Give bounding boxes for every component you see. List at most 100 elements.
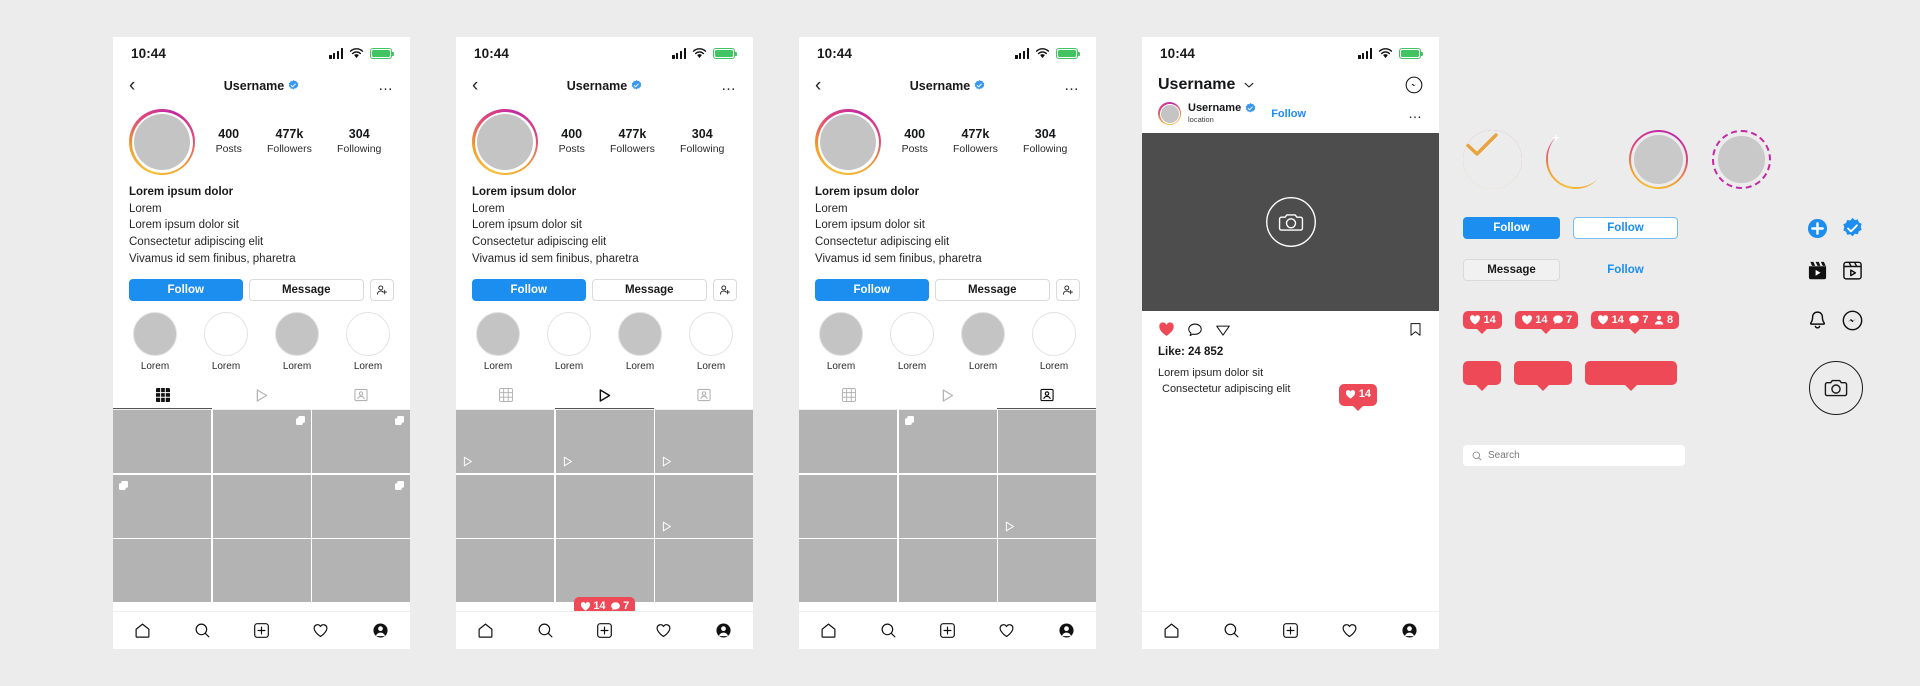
share-icon[interactable]	[1215, 322, 1231, 338]
grid-cell[interactable]	[312, 410, 410, 474]
post-photo[interactable]	[1142, 133, 1439, 311]
reels-filled-icon[interactable]	[1806, 259, 1828, 281]
grid-cell[interactable]	[212, 474, 311, 538]
tab-grid[interactable]	[456, 382, 555, 409]
highlight-item[interactable]: Lorem	[886, 312, 938, 372]
grid-cell[interactable]	[113, 474, 211, 538]
grid-cell[interactable]	[555, 474, 654, 538]
highlight-item[interactable]: Lorem	[200, 312, 252, 372]
grid-cell[interactable]	[456, 410, 554, 474]
stat-posts[interactable]: 400 Posts	[216, 127, 242, 156]
grid-cell[interactable]	[799, 410, 897, 474]
ring-check[interactable]	[1463, 130, 1522, 189]
avatar[interactable]	[815, 109, 881, 175]
search-icon[interactable]	[194, 622, 211, 639]
follow-button[interactable]: Follow	[472, 279, 586, 302]
home-icon[interactable]	[477, 622, 494, 639]
follow-button[interactable]: Follow	[129, 279, 243, 302]
profile-icon[interactable]	[1401, 622, 1418, 639]
stat-following[interactable]: 304 Following	[337, 127, 381, 156]
tab-tagged[interactable]	[311, 382, 410, 409]
tab-reels[interactable]	[212, 382, 311, 409]
tab-grid[interactable]	[799, 382, 898, 409]
profile-icon[interactable]	[372, 622, 389, 639]
grid-cell[interactable]	[456, 474, 554, 538]
highlight-item[interactable]: Lorem	[129, 312, 181, 372]
tab-reels[interactable]	[898, 382, 997, 409]
stat-followers[interactable]: 477k Followers	[267, 127, 312, 156]
highlight-item[interactable]: Lorem	[815, 312, 867, 372]
highlight-item[interactable]: Lorem	[957, 312, 1009, 372]
message-button[interactable]: Message	[248, 279, 364, 302]
ring-plain[interactable]	[1629, 130, 1688, 189]
follow-button[interactable]: Follow	[815, 279, 929, 302]
grid-cell[interactable]	[555, 410, 654, 474]
avatar[interactable]	[129, 109, 195, 175]
heart-icon[interactable]	[312, 622, 329, 639]
stat-followers[interactable]: 477k Followers	[953, 127, 998, 156]
grid-cell[interactable]	[655, 539, 753, 603]
highlight-item[interactable]: Lorem	[543, 312, 595, 372]
ring-plus[interactable]: +	[1546, 128, 1607, 189]
notification-bell-icon[interactable]	[1806, 309, 1828, 331]
add-post-icon[interactable]	[596, 622, 613, 639]
grid-cell[interactable]	[113, 410, 211, 474]
add-person-icon[interactable]	[1056, 279, 1080, 302]
more-options-icon[interactable]: …	[1064, 78, 1080, 93]
message-button[interactable]: Message	[934, 279, 1050, 302]
add-post-icon[interactable]	[939, 622, 956, 639]
follow-button-outline[interactable]: Follow	[1573, 217, 1678, 239]
verified-badge-icon[interactable]	[1841, 217, 1863, 239]
stat-posts[interactable]: 400 Posts	[902, 127, 928, 156]
home-icon[interactable]	[134, 622, 151, 639]
comment-icon[interactable]	[1187, 322, 1203, 338]
grid-cell[interactable]	[998, 474, 1096, 538]
add-person-icon[interactable]	[713, 279, 737, 302]
tab-reels[interactable]	[555, 382, 654, 410]
camera-circle-icon[interactable]	[1809, 361, 1863, 415]
heart-icon[interactable]	[998, 622, 1015, 639]
tab-tagged[interactable]	[654, 382, 753, 409]
avatar[interactable]	[1158, 102, 1181, 125]
home-icon[interactable]	[1163, 622, 1180, 639]
grid-cell[interactable]	[799, 539, 897, 603]
grid-cell[interactable]	[212, 539, 311, 603]
message-button[interactable]: Message	[591, 279, 707, 302]
grid-cell[interactable]	[655, 474, 753, 538]
bookmark-icon[interactable]	[1408, 322, 1423, 337]
chevron-down-icon[interactable]	[1243, 79, 1255, 91]
grid-cell[interactable]	[655, 410, 753, 474]
highlight-item[interactable]: Lorem	[271, 312, 323, 372]
post-follow-button[interactable]: Follow	[1271, 108, 1306, 120]
highlight-item[interactable]: Lorem	[614, 312, 666, 372]
heart-icon[interactable]	[1341, 622, 1358, 639]
search-icon[interactable]	[880, 622, 897, 639]
plus-circle-icon[interactable]: +	[1548, 128, 1607, 187]
add-post-icon[interactable]	[253, 622, 270, 639]
grid-cell[interactable]	[312, 474, 410, 538]
grid-cell[interactable]	[898, 474, 997, 538]
heart-icon[interactable]	[655, 622, 672, 639]
grid-cell[interactable]	[312, 539, 410, 603]
add-post-icon[interactable]	[1282, 622, 1299, 639]
follow-text-link[interactable]: Follow	[1573, 264, 1678, 276]
plus-circle-icon[interactable]	[1806, 217, 1828, 239]
highlight-item[interactable]: Lorem	[685, 312, 737, 372]
search-icon[interactable]	[537, 622, 554, 639]
grid-cell[interactable]	[555, 539, 654, 603]
profile-icon[interactable]	[715, 622, 732, 639]
reels-outline-icon[interactable]	[1841, 259, 1863, 281]
grid-cell[interactable]	[212, 410, 311, 474]
highlight-item[interactable]: Lorem	[342, 312, 394, 372]
avatar[interactable]	[472, 109, 538, 175]
stat-posts[interactable]: 400 Posts	[559, 127, 585, 156]
ring-dashed[interactable]	[1712, 130, 1771, 189]
grid-cell[interactable]	[898, 410, 997, 474]
messenger-icon[interactable]	[1841, 309, 1863, 331]
tab-grid[interactable]	[113, 382, 212, 410]
grid-cell[interactable]	[799, 474, 897, 538]
more-options-icon[interactable]: …	[378, 78, 394, 93]
message-button[interactable]: Message	[1463, 259, 1560, 281]
messenger-icon[interactable]	[1405, 76, 1423, 94]
heart-filled-icon[interactable]	[1158, 321, 1175, 338]
